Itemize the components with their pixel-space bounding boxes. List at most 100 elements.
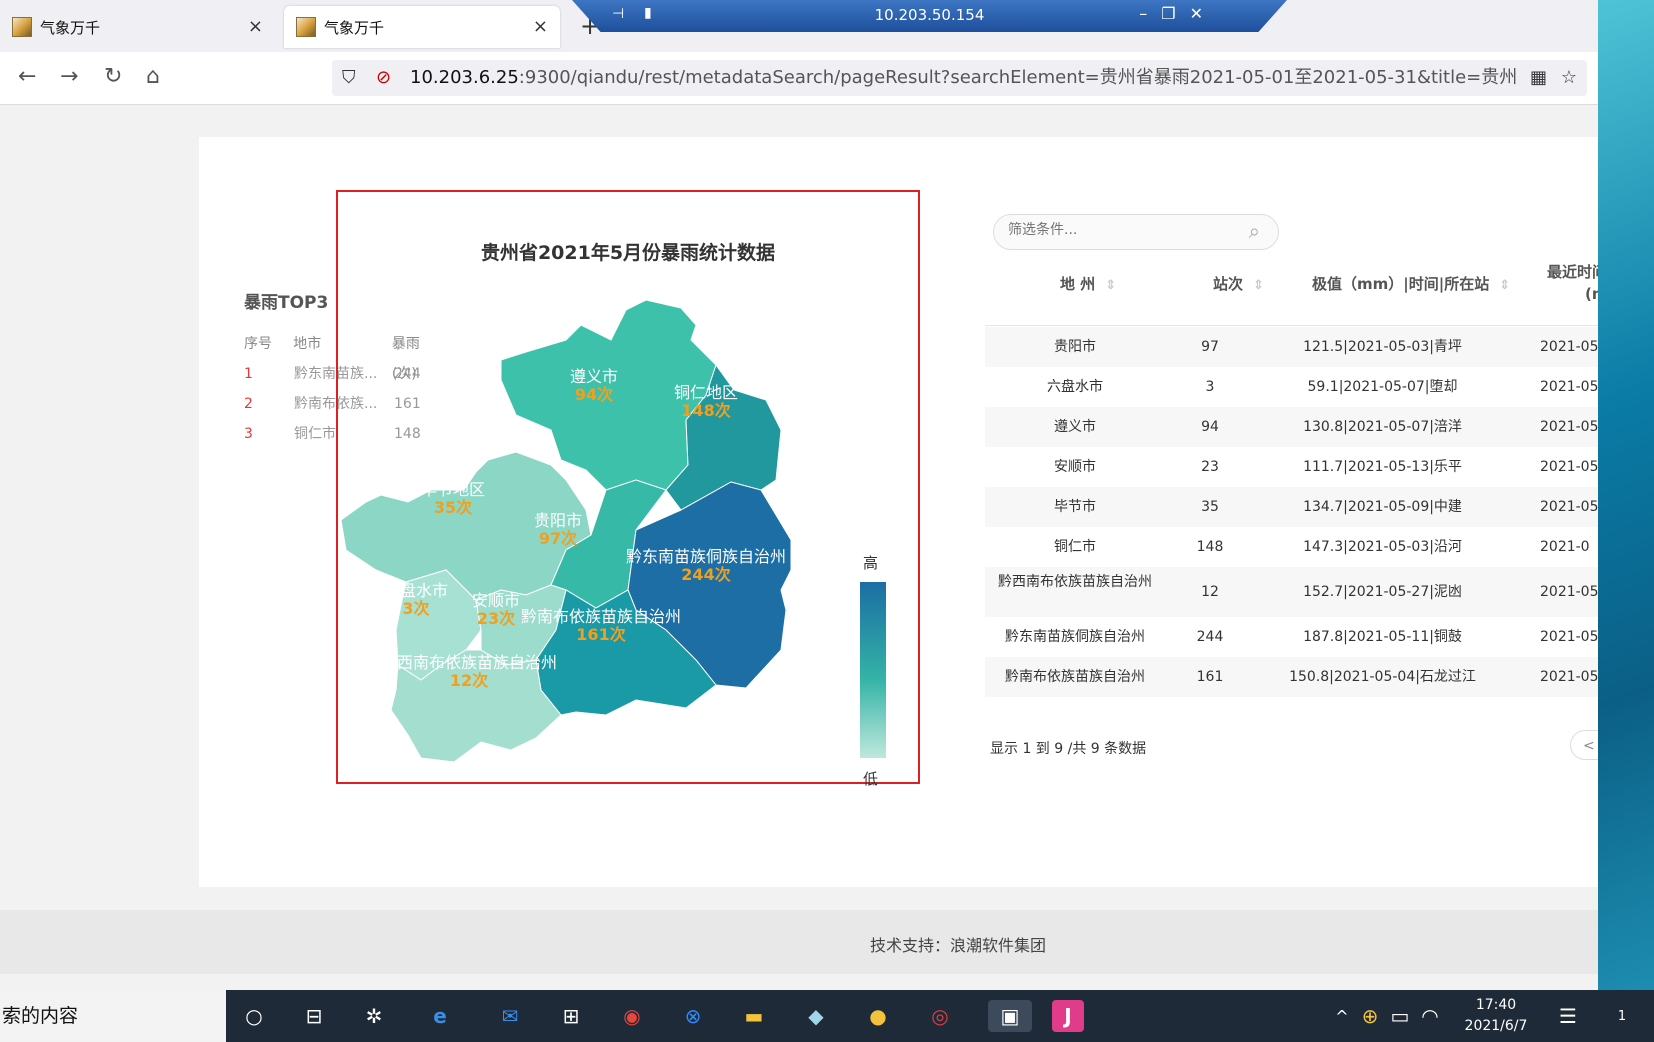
bookmark-star-icon[interactable]: ☆ bbox=[1561, 60, 1577, 96]
cell-extreme: 134.7|2021-05-09|中建 bbox=[1303, 499, 1462, 515]
remote-window-controls[interactable]: –❐✕ bbox=[1139, 4, 1217, 23]
cell-extreme: 147.3|2021-05-03|沿河 bbox=[1303, 539, 1462, 555]
chrome-icon[interactable]: ◉ bbox=[616, 1000, 648, 1032]
table-row[interactable]: 毕节市 35 134.7|2021-05-09|中建 2021-05 bbox=[985, 487, 1600, 527]
cortana-icon[interactable]: ○ bbox=[238, 1000, 270, 1032]
highlight-frame bbox=[336, 190, 920, 784]
cell-city: 贵阳市 bbox=[1054, 339, 1096, 355]
clock-date: 2021/6/7 bbox=[1464, 1018, 1528, 1034]
wifi-icon[interactable]: ◠ bbox=[1414, 1000, 1446, 1032]
reload-icon[interactable]: ↻ bbox=[104, 64, 122, 89]
windows-taskbar: 索的内容 ○ ⊟ ✲ e ✉ ⊞ ◉ ⊗ ▬ ◆ ● ◎ ▣ J ^ ⊕ ▭ ◠… bbox=[0, 990, 1654, 1042]
cell-count: 12 bbox=[1201, 584, 1219, 600]
cell-city: 安顺市 bbox=[1054, 459, 1096, 475]
remote-desktop-bar: ⊣ ▮ 10.203.50.154 –❐✕ bbox=[572, 0, 1287, 32]
tab-title: 气象万千 bbox=[40, 18, 101, 37]
cell-count: 161 bbox=[1196, 669, 1224, 685]
col-rank-header: 序号 bbox=[244, 336, 272, 352]
task-view-icon[interactable]: ⊟ bbox=[298, 1000, 330, 1032]
site-favicon-icon bbox=[296, 17, 316, 37]
table-row[interactable]: 安顺市 23 111.7|2021-05-13|乐平 2021-05 bbox=[985, 447, 1600, 487]
cell-city: 毕节市 bbox=[1054, 499, 1096, 515]
filter-search-box[interactable]: ⌕ bbox=[993, 214, 1279, 250]
cell-extreme: 130.8|2021-05-07|涪洋 bbox=[1303, 419, 1462, 435]
col-header-extreme[interactable]: 极值（mm）|时间|所在站 ⇕ bbox=[1312, 273, 1510, 294]
cell-extreme: 111.7|2021-05-13|乐平 bbox=[1303, 459, 1462, 475]
cell-count: 97 bbox=[1201, 339, 1219, 355]
cell-city: 黔东南苗族侗族自治州 bbox=[1005, 629, 1145, 645]
table-row[interactable]: 六盘水市 3 59.1|2021-05-07|堕却 2021-05 bbox=[985, 367, 1600, 407]
app-chick-icon[interactable]: ● bbox=[862, 1000, 894, 1032]
desktop-wallpaper bbox=[1598, 0, 1654, 990]
tab-title: 气象万千 bbox=[324, 18, 385, 37]
rank: 1 bbox=[244, 366, 253, 382]
qr-code-icon[interactable]: ▦ bbox=[1530, 60, 1547, 96]
table-row[interactable]: 黔西南布依族苗族自治州 12 152.7|2021-05-27|泥凼 2021-05 bbox=[985, 567, 1600, 617]
legend-low-label: 低 bbox=[863, 770, 879, 788]
battery-icon[interactable]: ▭ bbox=[1384, 1000, 1416, 1032]
search-icon[interactable]: ⌕ bbox=[1249, 219, 1260, 243]
cell-city: 遵义市 bbox=[1054, 419, 1096, 435]
cell-city: 铜仁市 bbox=[1054, 539, 1096, 555]
app-crystal-icon[interactable]: ◆ bbox=[800, 1000, 832, 1032]
browser-tab[interactable]: 气象万千 × bbox=[0, 6, 275, 48]
mail-icon[interactable]: ✉ bbox=[494, 1000, 526, 1032]
ie-browser-icon[interactable]: e bbox=[424, 1000, 456, 1032]
rank: 3 bbox=[244, 426, 253, 442]
sort-icon[interactable]: ⇕ bbox=[1499, 278, 1510, 293]
cell-extreme: 187.8|2021-05-11|铜鼓 bbox=[1303, 629, 1462, 645]
header-divider bbox=[985, 325, 1600, 326]
remote-desktop-icon[interactable]: ▣ bbox=[988, 1000, 1032, 1032]
footer-credit: 技术支持：浪潮软件集团 bbox=[870, 936, 1047, 955]
insecure-lock-icon[interactable]: ⊘ bbox=[376, 60, 391, 96]
browser-tab-active[interactable]: 气象万千 × bbox=[284, 6, 560, 48]
notification-icon[interactable]: 1 bbox=[1606, 1000, 1638, 1032]
visual-map-legend-bar[interactable] bbox=[860, 582, 886, 758]
cell-extreme: 121.5|2021-05-03|青坪 bbox=[1303, 339, 1462, 355]
cell-extreme: 150.8|2021-05-04|石龙过江 bbox=[1289, 669, 1476, 685]
back-arrow-icon[interactable]: ← bbox=[18, 64, 36, 89]
app-pinwheel-icon[interactable]: ✲ bbox=[358, 1000, 390, 1032]
col-header-count[interactable]: 站次 ⇕ bbox=[1213, 273, 1264, 294]
legend-high-label: 高 bbox=[863, 554, 879, 572]
address-bar[interactable]: ⛉ ⊘ 10.203.6.25:9300/qiandu/rest/metadat… bbox=[332, 60, 1587, 96]
sort-icon[interactable]: ⇕ bbox=[1105, 278, 1116, 293]
intellij-icon[interactable]: J bbox=[1052, 1000, 1084, 1032]
cell-extreme: 59.1|2021-05-07|堕却 bbox=[1307, 379, 1458, 395]
table-row[interactable]: 黔南布依族苗族自治州 161 150.8|2021-05-04|石龙过江 2021-0… bbox=[985, 657, 1600, 697]
taskbar-search[interactable]: 索的内容 bbox=[0, 990, 226, 1042]
file-explorer-icon[interactable]: ▬ bbox=[738, 1000, 770, 1032]
browser-nav-bar: ← → ↻ ⌂ ⛉ ⊘ 10.203.6.25:9300/qiandu/rest… bbox=[0, 52, 1600, 105]
tab-close-icon[interactable]: × bbox=[248, 16, 263, 37]
cell-city: 黔西南布依族苗族自治州 bbox=[998, 574, 1152, 590]
taskbar-clock[interactable]: 17:40 2021/6/7 bbox=[1456, 995, 1536, 1037]
search-app-icon[interactable]: ⊗ bbox=[677, 1000, 709, 1032]
filter-input[interactable] bbox=[1006, 221, 1230, 239]
map-title: 贵州省2021年5月份暴雨统计数据 bbox=[480, 242, 776, 264]
notes-icon[interactable]: ☰ bbox=[1552, 1000, 1584, 1032]
col-header-city[interactable]: 地 州 ⇕ bbox=[1060, 273, 1116, 294]
home-icon[interactable]: ⌂ bbox=[146, 64, 160, 89]
cell-count: 3 bbox=[1205, 379, 1215, 395]
table-row[interactable]: 黔东南苗族侗族自治州 244 187.8|2021-05-11|铜鼓 2021-05 bbox=[985, 617, 1600, 657]
table-info: 显示 1 到 9 /共 9 条数据 bbox=[990, 741, 1147, 757]
sort-icon[interactable]: ⇕ bbox=[1253, 278, 1264, 293]
store-icon[interactable]: ⊞ bbox=[555, 1000, 587, 1032]
table-row[interactable]: 铜仁市 148 147.3|2021-05-03|沿河 2021-0 bbox=[985, 527, 1600, 567]
table-row[interactable]: 遵义市 94 130.8|2021-05-07|涪洋 2021-05 bbox=[985, 407, 1600, 447]
cell-count: 244 bbox=[1196, 629, 1224, 645]
tab-close-icon[interactable]: × bbox=[533, 16, 548, 37]
tray-app-icon[interactable]: ⊕ bbox=[1354, 1000, 1386, 1032]
clock-time: 17:40 bbox=[1475, 997, 1517, 1013]
site-favicon-icon bbox=[12, 17, 32, 37]
table-row[interactable]: 贵阳市 97 121.5|2021-05-03|青坪 2021-05 bbox=[985, 327, 1600, 367]
app-snail-icon[interactable]: ◎ bbox=[924, 1000, 956, 1032]
page-footer: 技术支持：浪潮软件集团 bbox=[0, 910, 1600, 974]
shield-icon[interactable]: ⛉ bbox=[342, 60, 356, 96]
cell-count: 35 bbox=[1201, 499, 1219, 515]
cell-extreme: 152.7|2021-05-27|泥凼 bbox=[1303, 584, 1462, 600]
cell-count: 148 bbox=[1196, 539, 1224, 555]
cell-count: 94 bbox=[1201, 419, 1219, 435]
forward-arrow-icon[interactable]: → bbox=[60, 64, 78, 89]
url-text[interactable]: 10.203.6.25:9300/qiandu/rest/metadataSea… bbox=[410, 60, 1517, 96]
